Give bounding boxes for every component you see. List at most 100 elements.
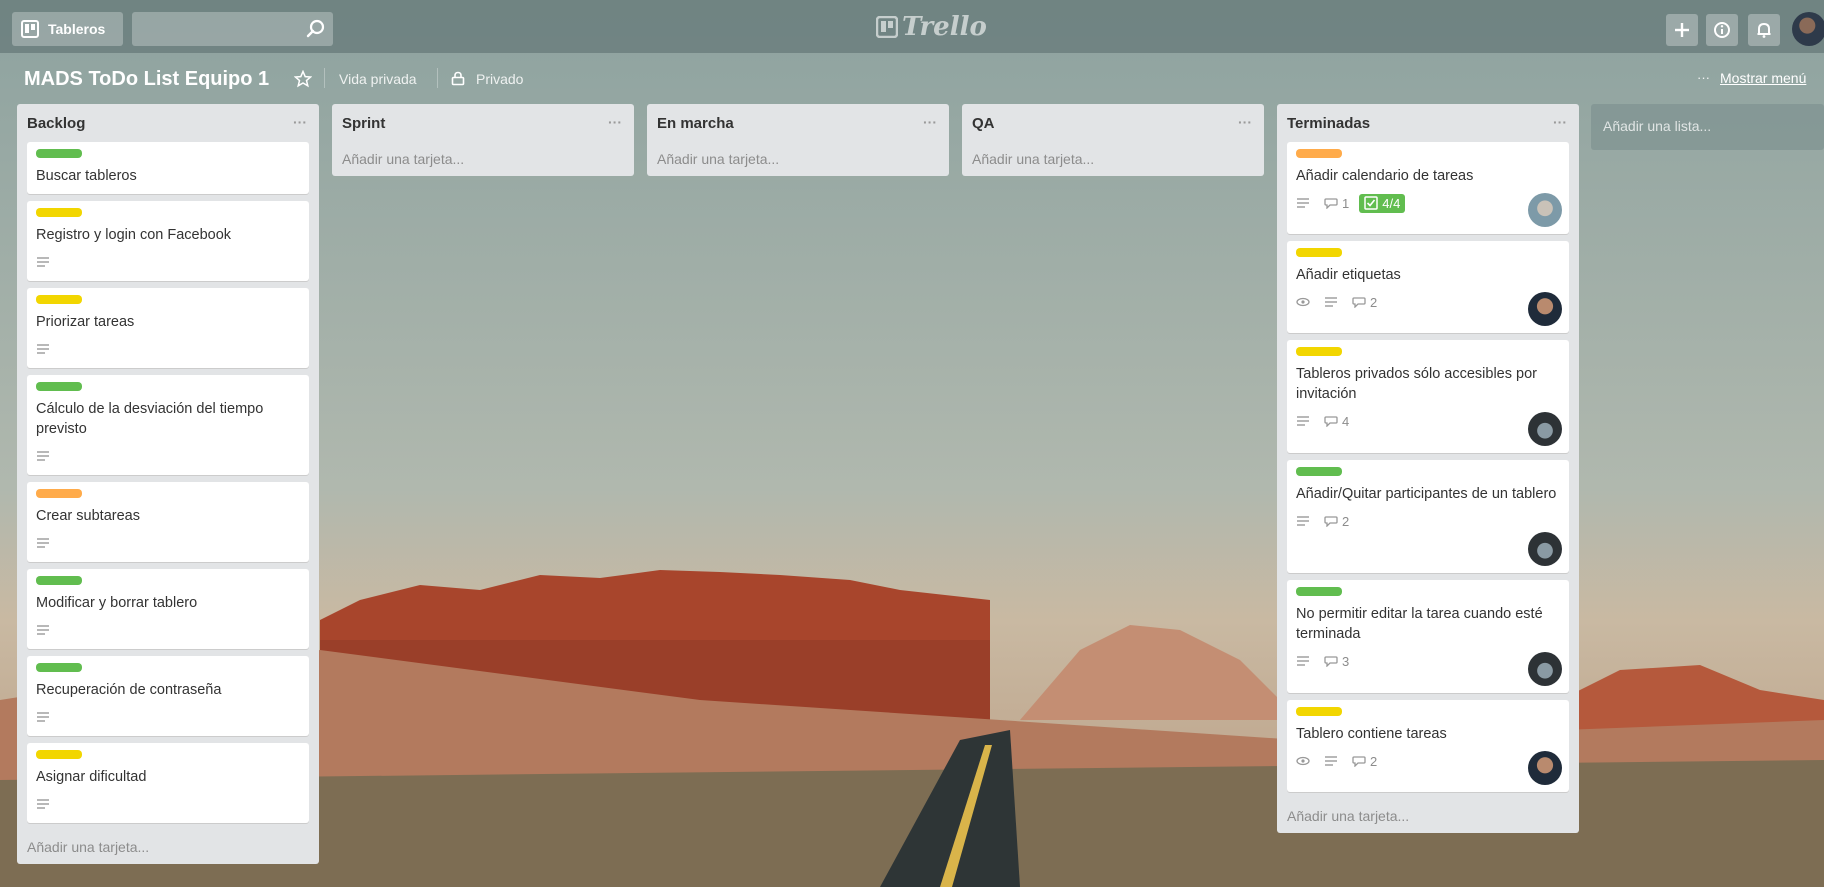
description-icon	[36, 450, 54, 462]
label-green	[36, 663, 82, 672]
lock-icon	[451, 71, 465, 86]
label-yellow	[36, 208, 82, 217]
member-avatar[interactable]	[1528, 292, 1562, 326]
description-icon	[36, 624, 54, 636]
plus-icon	[1675, 23, 1689, 37]
label-green	[36, 576, 82, 585]
notifications-button[interactable]	[1748, 14, 1780, 46]
comments-count: 4	[1342, 413, 1350, 429]
label-orange	[1296, 149, 1342, 158]
card-title: Añadir etiquetas	[1296, 267, 1401, 283]
menu-dots-icon[interactable]: ···	[1697, 70, 1710, 85]
member-avatar[interactable]	[1528, 532, 1562, 566]
show-menu-link[interactable]: Mostrar menú	[1720, 70, 1806, 86]
list-menu-icon[interactable]: ···	[923, 114, 937, 130]
list-terminadas: Terminadas ··· Añadir calendario de tare…	[1277, 104, 1579, 833]
star-icon[interactable]	[294, 70, 312, 88]
member-avatar[interactable]	[1528, 652, 1562, 686]
card-title: Añadir calendario de tareas	[1296, 168, 1474, 184]
comment-icon	[1324, 516, 1338, 527]
add-card-link[interactable]: Añadir una tarjeta...	[1287, 799, 1569, 833]
list-header[interactable]: Terminadas ···	[1287, 104, 1569, 142]
list-menu-icon[interactable]: ···	[608, 114, 622, 130]
list-title: Terminadas	[1287, 114, 1371, 132]
card[interactable]: Registro y login con Facebook	[27, 201, 309, 281]
eye-icon	[1296, 297, 1314, 307]
card-title: Buscar tableros	[36, 168, 137, 184]
checklist-count: 4/4	[1382, 195, 1401, 211]
bell-icon	[1757, 22, 1771, 38]
label-yellow	[1296, 347, 1342, 356]
user-avatar[interactable]	[1792, 12, 1824, 46]
list-menu-icon[interactable]: ···	[293, 114, 307, 130]
list-menu-icon[interactable]: ···	[1238, 114, 1252, 130]
card[interactable]: No permitir editar la tarea cuando esté …	[1287, 580, 1569, 693]
comments-badge: 3	[1324, 654, 1349, 669]
add-card-link[interactable]: Añadir una tarjeta...	[657, 142, 939, 176]
list-header[interactable]: Sprint ···	[342, 104, 624, 142]
card[interactable]: Crear subtareas	[27, 482, 309, 562]
card-title: Añadir/Quitar participantes de un tabler…	[1296, 486, 1557, 502]
card-title: Tableros privados sólo accesibles por in…	[1296, 366, 1537, 402]
card[interactable]: Recuperación de contraseña	[27, 656, 309, 736]
list-qa: QA ··· Añadir una tarjeta...	[962, 104, 1264, 176]
label-green	[1296, 467, 1342, 476]
add-card-link[interactable]: Añadir una tarjeta...	[342, 142, 624, 176]
card[interactable]: Añadir calendario de tareas 1 4/4	[1287, 142, 1569, 234]
trello-logo[interactable]: Trello	[876, 12, 987, 42]
list-title: Backlog	[27, 114, 86, 132]
create-button[interactable]	[1666, 14, 1698, 46]
card[interactable]: Añadir/Quitar participantes de un tabler…	[1287, 460, 1569, 573]
eye-icon	[1296, 756, 1314, 766]
add-list-button[interactable]: Añadir una lista...	[1591, 104, 1824, 150]
list-header[interactable]: En marcha ···	[657, 104, 939, 142]
comment-icon	[1324, 656, 1338, 667]
description-icon	[36, 256, 54, 268]
label-orange	[36, 489, 82, 498]
info-icon	[1714, 22, 1730, 38]
list-en-marcha: En marcha ··· Añadir una tarjeta...	[647, 104, 949, 176]
add-card-link[interactable]: Añadir una tarjeta...	[27, 830, 309, 864]
card-title: Modificar y borrar tablero	[36, 595, 198, 611]
label-green	[1296, 587, 1342, 596]
card-title: Registro y login con Facebook	[36, 227, 232, 243]
label-yellow	[36, 750, 82, 759]
card[interactable]: Modificar y borrar tablero	[27, 569, 309, 649]
card[interactable]: Cálculo de la desviación del tiempo prev…	[27, 375, 309, 475]
card-title: Cálculo de la desviación del tiempo prev…	[36, 401, 264, 437]
search-icon[interactable]	[306, 19, 326, 39]
label-green	[36, 382, 82, 391]
member-avatar[interactable]	[1528, 193, 1562, 227]
label-yellow	[1296, 707, 1342, 716]
board-title[interactable]: MADS ToDo List Equipo 1	[24, 68, 269, 91]
comments-badge: 4	[1324, 414, 1349, 429]
label-yellow	[36, 295, 82, 304]
description-icon	[36, 537, 54, 549]
card[interactable]: Tableros privados sólo accesibles por in…	[1287, 340, 1569, 453]
list-header[interactable]: QA ···	[972, 104, 1254, 142]
card[interactable]: Añadir etiquetas 2	[1287, 241, 1569, 333]
boards-button[interactable]: Tableros	[12, 12, 123, 46]
description-icon	[36, 798, 54, 810]
card[interactable]: Asignar dificultad	[27, 743, 309, 823]
list-menu-icon[interactable]: ···	[1553, 114, 1567, 130]
member-avatar[interactable]	[1528, 412, 1562, 446]
divider	[437, 68, 438, 88]
list-backlog: Backlog ··· Buscar tableros Registro y l…	[17, 104, 319, 864]
list-sprint: Sprint ··· Añadir una tarjeta...	[332, 104, 634, 176]
member-avatar[interactable]	[1528, 751, 1562, 785]
add-card-link[interactable]: Añadir una tarjeta...	[972, 142, 1254, 176]
card[interactable]: Tablero contiene tareas 2	[1287, 700, 1569, 792]
card[interactable]: Buscar tableros	[27, 142, 309, 194]
board-team[interactable]: Vida privada	[339, 71, 417, 87]
board-privacy[interactable]: Privado	[476, 71, 523, 87]
divider	[324, 68, 325, 88]
card[interactable]: Priorizar tareas	[27, 288, 309, 368]
info-button[interactable]	[1706, 14, 1738, 46]
search-input[interactable]	[132, 12, 333, 46]
description-icon	[1324, 296, 1342, 308]
boards-button-label: Tableros	[48, 21, 106, 37]
checklist-icon	[1364, 196, 1378, 210]
list-header[interactable]: Backlog ···	[27, 104, 309, 142]
checklist-badge: 4/4	[1359, 193, 1406, 213]
